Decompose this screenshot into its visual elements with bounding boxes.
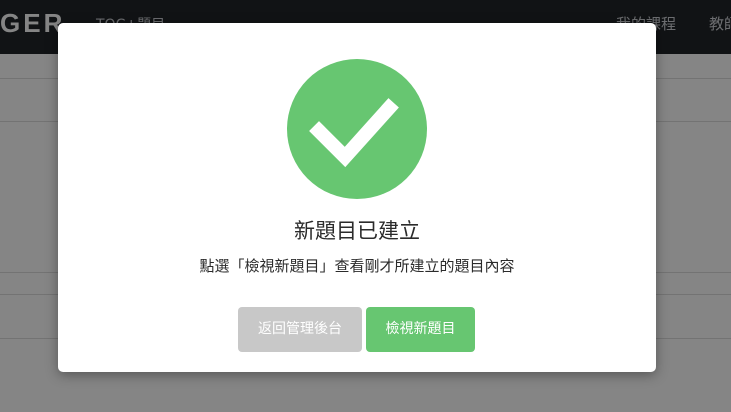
view-new-question-button[interactable]: 檢視新題目 — [366, 307, 475, 352]
checkmark-icon — [309, 98, 399, 168]
dialog-message: 點選「檢視新題目」查看剛才所建立的題目內容 — [199, 257, 515, 275]
dialog-title: 新題目已建立 — [294, 219, 420, 243]
check-circle-icon — [287, 59, 427, 199]
success-dialog: 新題目已建立 點選「檢視新題目」查看剛才所建立的題目內容 返回管理後台 檢視新題… — [58, 23, 656, 372]
back-to-admin-button[interactable]: 返回管理後台 — [238, 307, 362, 352]
